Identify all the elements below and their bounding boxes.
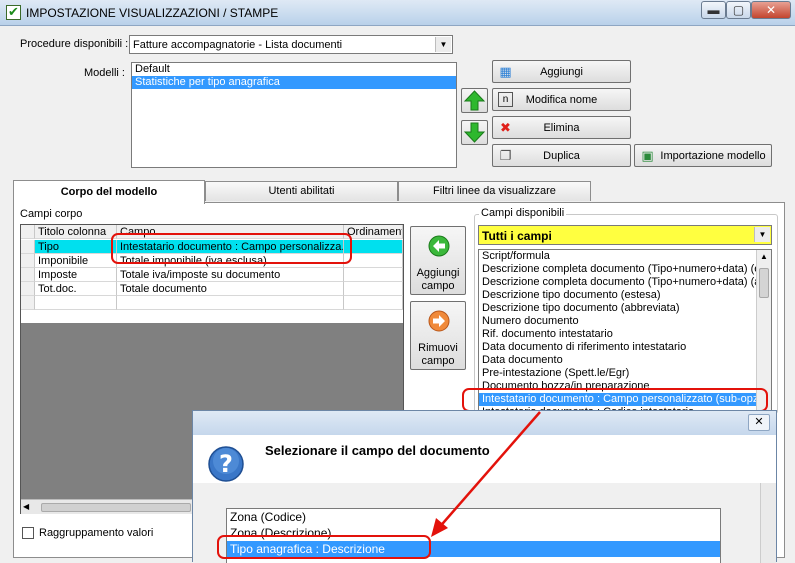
tab-corpo-modello[interactable]: Corpo del modello	[13, 180, 205, 204]
annotation-arrow	[431, 411, 541, 537]
